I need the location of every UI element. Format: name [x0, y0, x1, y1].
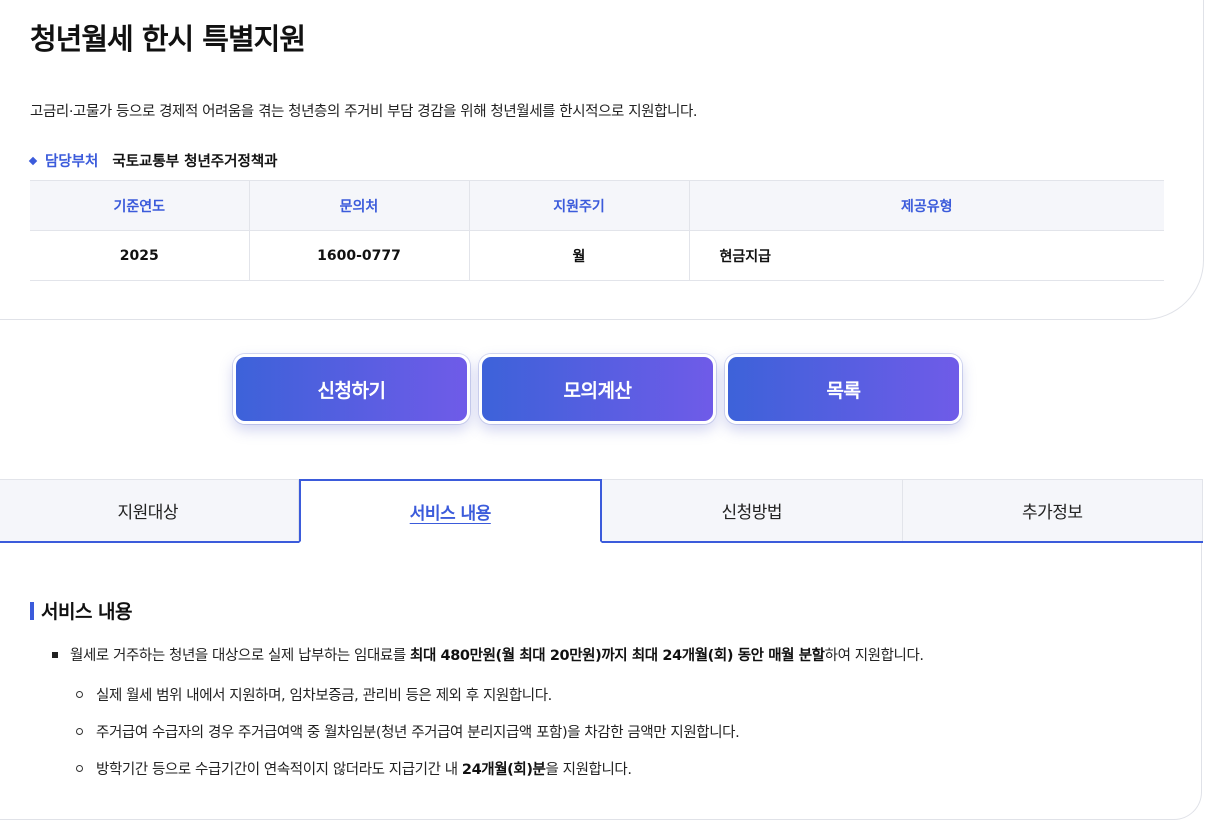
circle-bullet-icon: [76, 765, 83, 772]
section-title-text: 서비스 내용: [41, 601, 133, 623]
tab-additional-info[interactable]: 추가정보: [902, 479, 1203, 541]
column-header-type: 제공유형: [688, 180, 1164, 231]
list-item-text: 월세로 거주하는 청년을 대상으로 실제 납부하는 임대료를 최대 480만원(…: [70, 644, 924, 665]
section-title: 서비스 내용: [30, 597, 133, 624]
list-button[interactable]: 목록: [725, 354, 962, 424]
column-header-cycle: 지원주기: [468, 180, 689, 231]
bold-text-segment: 최대 480만원(월 최대 20만원)까지 최대 24개월(회) 동안 매월 분…: [410, 648, 825, 664]
square-bullet-icon: [52, 651, 58, 658]
text-segment: 방학기간 등으로 수급기간이 연속적이지 않더라도 지급기간 내: [96, 762, 462, 778]
sub-list-item-text: 실제 월세 범위 내에서 지원하며, 임차보증금, 관리비 등은 제외 후 지원…: [96, 688, 552, 704]
table-header-row: 기준연도 문의처 지원주기 제공유형: [30, 180, 1164, 231]
text-segment: 월세로 거주하는 청년을 대상으로 실제 납부하는 임대료를: [70, 648, 411, 664]
table-row: 2025 1600-0777 월 현금지급: [30, 230, 1164, 281]
department-value: 국토교통부 청년주거정책과: [112, 154, 278, 170]
sub-list-item: 방학기간 등으로 수급기간이 연속적이지 않더라도 지급기간 내 24개월(회)…: [76, 758, 632, 779]
text-segment: 하여 지원합니다.: [824, 648, 924, 664]
action-buttons: 신청하기 모의계산 목록: [233, 354, 962, 424]
cell-year: 2025: [30, 230, 249, 281]
page-title: 청년월세 한시 특별지원: [30, 22, 306, 56]
department-label: 담당부처: [45, 154, 99, 170]
text-segment: 을 지원합니다.: [545, 762, 632, 778]
simulate-button[interactable]: 모의계산: [479, 354, 716, 424]
page-description: 고금리·고물가 등으로 경제적 어려움을 겪는 청년층의 주거비 부담 경감을 …: [30, 104, 698, 120]
page: 청년월세 한시 특별지원 고금리·고물가 등으로 경제적 어려움을 겪는 청년층…: [0, 0, 1205, 827]
apply-button[interactable]: 신청하기: [233, 354, 470, 424]
circle-bullet-icon: [76, 728, 83, 735]
circle-bullet-icon: [76, 691, 83, 698]
tab-service-content[interactable]: 서비스 내용: [298, 479, 602, 543]
section-bar-icon: [30, 601, 34, 620]
column-header-year: 기준연도: [30, 180, 249, 231]
tab-content-panel: 서비스 내용 월세로 거주하는 청년을 대상으로 실제 납부하는 임대료를 최대…: [0, 543, 1202, 820]
tab-bar: 지원대상 서비스 내용 신청방법 추가정보: [0, 479, 1203, 543]
tab-eligibility[interactable]: 지원대상: [0, 479, 299, 541]
sub-list-item-text: 방학기간 등으로 수급기간이 연속적이지 않더라도 지급기간 내 24개월(회)…: [96, 758, 632, 779]
sub-list-item: 실제 월세 범위 내에서 지원하며, 임차보증금, 관리비 등은 제외 후 지원…: [76, 684, 552, 705]
tab-how-to-apply[interactable]: 신청방법: [602, 479, 903, 541]
sub-list-item-text: 주거급여 수급자의 경우 주거급여액 중 월차임분(청년 주거급여 분리지급액 …: [96, 725, 740, 741]
column-header-contact: 문의처: [248, 180, 469, 231]
diamond-bullet-icon: [28, 156, 38, 165]
department-row: 담당부처 국토교통부 청년주거정책과: [28, 150, 278, 171]
cell-cycle: 월: [468, 230, 689, 281]
cell-contact: 1600-0777: [248, 230, 469, 281]
sub-list-item: 주거급여 수급자의 경우 주거급여액 중 월차임분(청년 주거급여 분리지급액 …: [76, 721, 740, 742]
bold-text-segment: 24개월(회)분: [461, 762, 546, 778]
list-item: 월세로 거주하는 청년을 대상으로 실제 납부하는 임대료를 최대 480만원(…: [52, 644, 924, 665]
cell-type: 현금지급: [688, 230, 1164, 281]
info-table: 기준연도 문의처 지원주기 제공유형 2025 1600-0777 월 현금지급: [30, 180, 1164, 281]
